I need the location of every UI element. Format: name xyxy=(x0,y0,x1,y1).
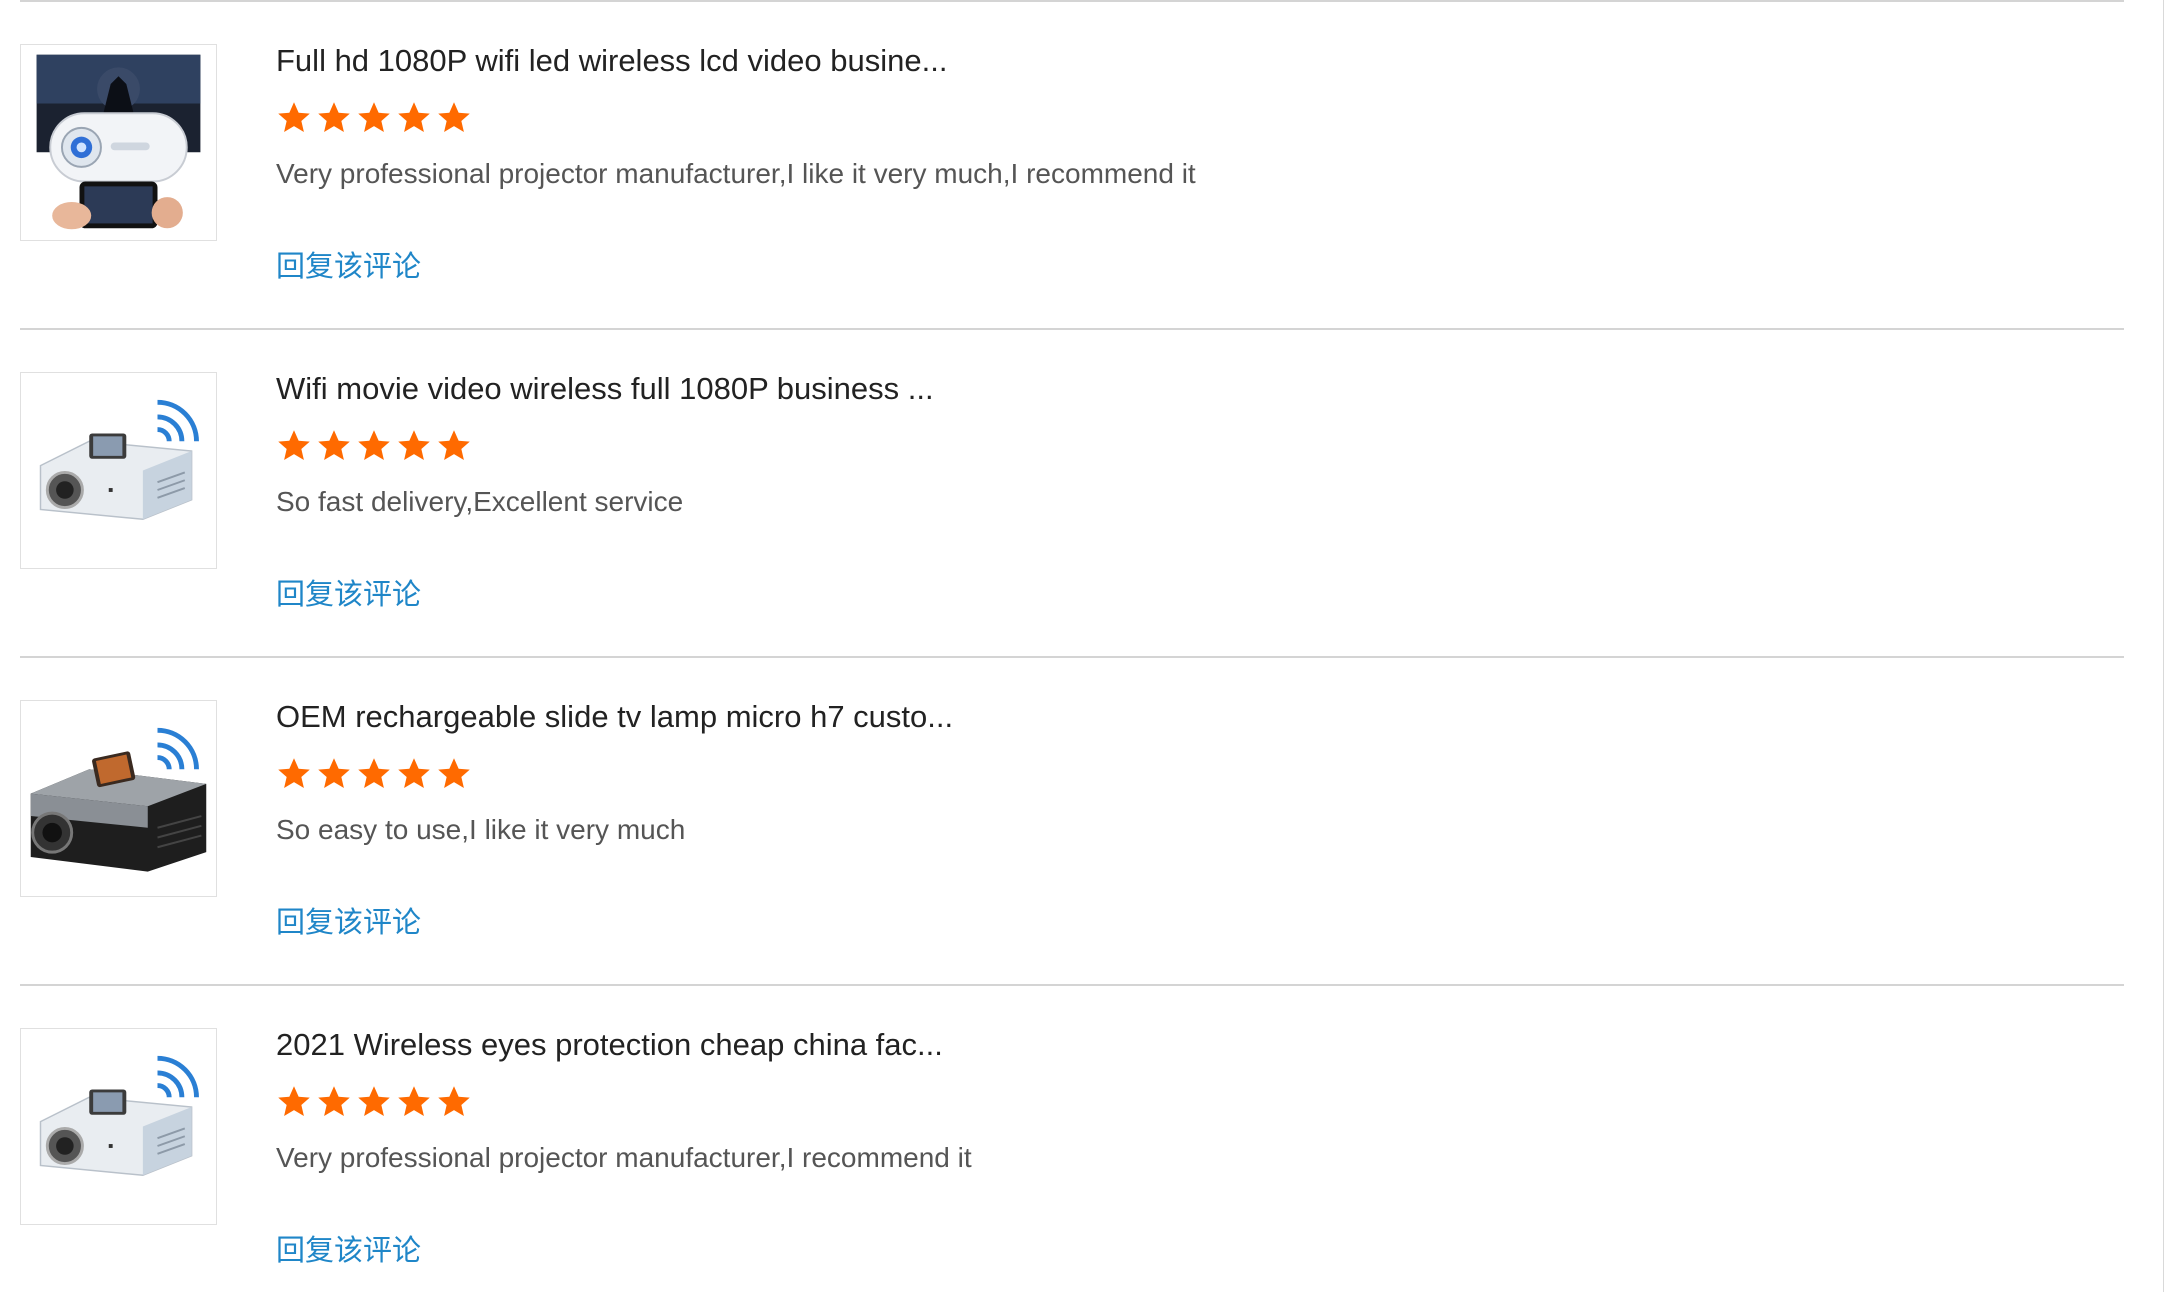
star-rating xyxy=(276,428,472,468)
projector-image xyxy=(39,399,199,520)
review-item: 2021 Wireless eyes protection cheap chin… xyxy=(20,986,2124,1312)
star-icon xyxy=(356,100,392,136)
review-comment: So fast delivery,Excellent service xyxy=(276,486,684,517)
product-thumbnail[interactable] xyxy=(20,372,217,569)
review-item: Full hd 1080P wifi led wireless lcd vide… xyxy=(20,2,2124,328)
star-icon xyxy=(276,1084,312,1120)
star-icon xyxy=(396,100,432,136)
reply-to-review-link[interactable]: 回复该评论 xyxy=(276,577,421,613)
star-icon xyxy=(276,100,312,136)
star-icon xyxy=(436,756,472,792)
star-icon xyxy=(316,100,352,136)
star-icon xyxy=(356,1084,392,1120)
review-comment: So easy to use,I like it very much xyxy=(276,814,686,845)
star-rating xyxy=(276,1084,472,1124)
product-title[interactable]: Full hd 1080P wifi led wireless lcd vide… xyxy=(276,42,947,80)
reply-to-review-link[interactable]: 回复该评论 xyxy=(276,905,421,941)
review-item: OEM rechargeable slide tv lamp micro h7 … xyxy=(20,658,2124,984)
projector-image xyxy=(39,1055,199,1176)
scroll-edge xyxy=(2163,0,2164,1292)
product-title[interactable]: 2021 Wireless eyes protection cheap chin… xyxy=(276,1026,943,1064)
star-icon xyxy=(276,756,312,792)
review-comment: Very professional projector manufacturer… xyxy=(276,158,1196,189)
review-comment: Very professional projector manufacturer… xyxy=(276,1142,972,1173)
star-icon xyxy=(396,1084,432,1120)
product-thumbnail[interactable] xyxy=(20,1028,217,1225)
star-icon xyxy=(396,428,432,464)
star-icon xyxy=(316,428,352,464)
star-icon xyxy=(316,1084,352,1120)
star-icon xyxy=(276,428,312,464)
star-icon xyxy=(356,756,392,792)
star-icon xyxy=(436,1084,472,1120)
star-icon xyxy=(436,100,472,136)
review-item: Wifi movie video wireless full 1080P bus… xyxy=(20,330,2124,656)
star-icon xyxy=(436,428,472,464)
reply-to-review-link[interactable]: 回复该评论 xyxy=(276,1233,421,1269)
product-title[interactable]: OEM rechargeable slide tv lamp micro h7 … xyxy=(276,698,953,736)
star-rating xyxy=(276,756,472,796)
star-icon xyxy=(356,428,392,464)
reply-to-review-link[interactable]: 回复该评论 xyxy=(276,249,421,285)
projector-image xyxy=(30,727,207,872)
projector-image xyxy=(36,54,201,230)
star-icon xyxy=(316,756,352,792)
review-list: Full hd 1080P wifi led wireless lcd vide… xyxy=(20,0,2124,1312)
product-title[interactable]: Wifi movie video wireless full 1080P bus… xyxy=(276,370,934,408)
star-icon xyxy=(396,756,432,792)
star-rating xyxy=(276,100,472,140)
product-thumbnail[interactable] xyxy=(20,700,217,897)
product-thumbnail[interactable] xyxy=(20,44,217,241)
